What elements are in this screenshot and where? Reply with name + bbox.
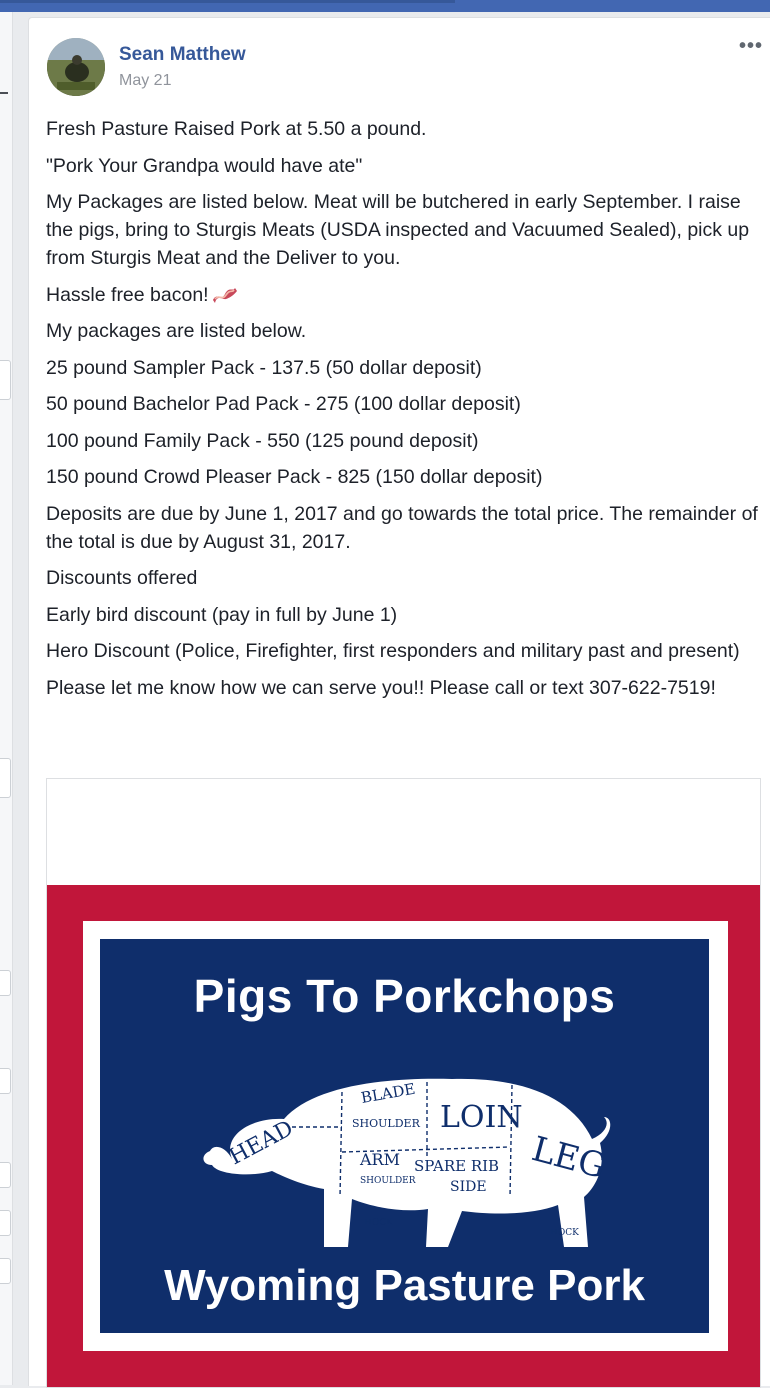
svg-text:SIDE: SIDE	[450, 1179, 487, 1195]
post-paragraph: Deposits are due by June 1, 2017 and go …	[46, 502, 758, 553]
svg-text:ARM: ARM	[359, 1150, 400, 1169]
logo-navy-panel: Pigs To Porkchops HEAD BLADE SHOULDER LO…	[100, 939, 709, 1333]
post-paragraph: Hero Discount (Police, Firefighter, firs…	[46, 640, 740, 662]
logo-subtitle: Wyoming Pasture Pork	[164, 1261, 645, 1310]
left-column	[0, 12, 13, 1385]
post-body: Fresh Pasture Raised Pork at 5.50 a poun…	[46, 115, 762, 710]
top-bar-edge	[0, 0, 455, 3]
post-paragraph-with-emoji: Hassle free bacon!	[46, 281, 762, 309]
post-paragraph: Discounts offered	[46, 567, 198, 589]
avatar[interactable]	[47, 38, 105, 96]
left-column-box[interactable]	[0, 970, 11, 996]
author-name[interactable]: Sean Matthew	[119, 44, 246, 66]
more-options-icon[interactable]: •••	[739, 36, 763, 56]
left-column-box[interactable]	[0, 1258, 11, 1284]
post-paragraph: My packages are listed below.	[46, 320, 307, 342]
post-card: Sean Matthew May 21 ••• Fresh Pasture Ra…	[28, 17, 770, 1388]
package-line: 100 pound Family Pack - 550 (125 pound d…	[46, 429, 479, 452]
left-column-box[interactable]	[0, 1162, 11, 1188]
post-paragraph: Early bird discount (pay in full by June…	[46, 603, 398, 626]
post-paragraph: "Pork Your Grandpa would have ate"	[46, 154, 363, 177]
avatar-photo	[47, 38, 105, 96]
svg-text:SPARE RIB: SPARE RIB	[414, 1157, 499, 1175]
package-line: 50 pound Bachelor Pad Pack - 275 (100 do…	[46, 393, 521, 415]
left-column-marker	[0, 92, 8, 94]
svg-text:SHOULDER: SHOULDER	[360, 1176, 416, 1186]
left-column-box[interactable]	[0, 758, 11, 798]
post-date[interactable]: May 21	[119, 72, 171, 90]
svg-text:HOCK: HOCK	[550, 1228, 579, 1238]
logo-title: Pigs To Porkchops	[193, 970, 616, 1022]
logo-red-background: Pigs To Porkchops HEAD BLADE SHOULDER LO…	[47, 885, 760, 1387]
bacon-icon	[211, 284, 237, 303]
package-line: 25 pound Sampler Pack - 137.5 (50 dollar…	[46, 356, 482, 379]
post-paragraph: Please let me know how we can serve you!…	[46, 676, 716, 699]
svg-text:LOIN: LOIN	[440, 1100, 523, 1135]
post-paragraph: Hassle free bacon!	[46, 283, 209, 306]
package-line: 150 pound Crowd Pleaser Pack - 825 (150 …	[46, 466, 543, 488]
post-paragraph: Fresh Pasture Raised Pork at 5.50 a poun…	[46, 118, 427, 140]
post-paragraph: My Packages are listed below. Meat will …	[46, 191, 750, 269]
logo-white-frame: Pigs To Porkchops HEAD BLADE SHOULDER LO…	[83, 921, 728, 1351]
left-column-box[interactable]	[0, 1068, 11, 1094]
svg-text:SHOULDER: SHOULDER	[352, 1117, 421, 1130]
top-navigation-bar	[0, 0, 770, 12]
post-image[interactable]: Pigs To Porkchops HEAD BLADE SHOULDER LO…	[46, 778, 761, 1388]
left-column-box[interactable]	[0, 1210, 11, 1236]
svg-text:HOCK: HOCK	[364, 1218, 393, 1228]
left-column-box[interactable]	[0, 360, 11, 400]
pig-butcher-chart-icon: HEAD BLADE SHOULDER LOIN LEG ARM SHOULDE…	[203, 1078, 611, 1247]
